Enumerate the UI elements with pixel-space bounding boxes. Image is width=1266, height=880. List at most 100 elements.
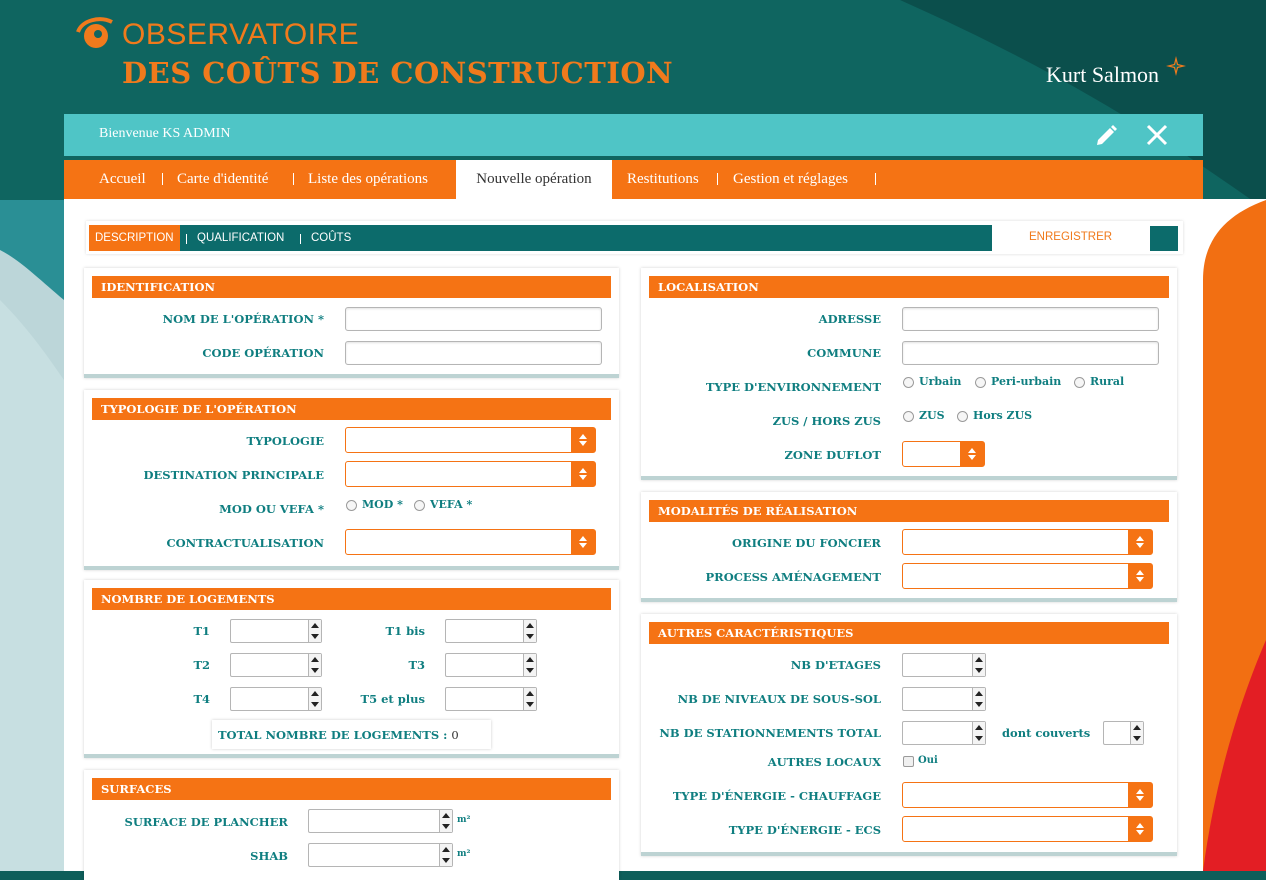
- stepper-arrows-icon: [308, 620, 321, 642]
- duflot-select[interactable]: [902, 441, 985, 467]
- t1bis-label: T1 bis: [385, 624, 425, 638]
- vefa-radio[interactable]: [414, 500, 425, 511]
- t5-label: T5 et plus: [360, 692, 425, 706]
- total-logements-box: TOTAL NOMBRE DE LOGEMENTS : 0: [212, 720, 491, 749]
- nav-separator: [293, 173, 294, 185]
- t1bis-stepper[interactable]: [445, 619, 537, 643]
- panel-title: MODALITÉS DE RÉALISATION: [649, 500, 1169, 522]
- stepper-arrows-icon: [972, 654, 985, 676]
- tab-description[interactable]: DESCRIPTION: [89, 225, 180, 251]
- oui-label: Oui: [918, 755, 938, 766]
- stepper-arrows-icon: [523, 620, 536, 642]
- peri-urbain-radio[interactable]: [975, 377, 986, 388]
- etages-label: NB D'ETAGES: [790, 658, 881, 672]
- stepper-arrows-icon: [972, 722, 985, 744]
- rural-option-label: Rural: [1090, 375, 1125, 388]
- t3-stepper[interactable]: [445, 653, 537, 677]
- t4-label: T4: [193, 692, 210, 706]
- operation-code-label: CODE OPÉRATION: [202, 346, 324, 360]
- destination-label: DESTINATION PRINCIPALE: [143, 468, 324, 482]
- stepper-arrows-icon: [308, 654, 321, 676]
- process-label: PROCESS AMÉNAGEMENT: [705, 570, 881, 584]
- panel-identification: IDENTIFICATION NOM DE L'OPÉRATION * CODE…: [84, 268, 619, 378]
- nav-item-gestion-reglages[interactable]: Gestion et réglages: [733, 160, 848, 199]
- t4-stepper[interactable]: [230, 687, 322, 711]
- total-logements: TOTAL NOMBRE DE LOGEMENTS : 0: [218, 728, 459, 742]
- autres-locaux-label: AUTRES LOCAUX: [767, 755, 881, 769]
- shab-stepper[interactable]: [308, 843, 453, 867]
- hors-zus-radio[interactable]: [957, 411, 968, 422]
- t1-label: T1: [193, 624, 210, 638]
- rural-radio[interactable]: [1074, 377, 1085, 388]
- mod-vefa-label: MOD OU VEFA *: [219, 502, 324, 516]
- chauffage-select[interactable]: [902, 782, 1153, 808]
- save-icon-button[interactable]: [1150, 226, 1178, 251]
- urbain-radio[interactable]: [903, 377, 914, 388]
- panel-typologie: TYPOLOGIE DE L'OPÉRATION TYPOLOGIE DESTI…: [84, 390, 619, 570]
- adresse-label: ADRESSE: [818, 312, 881, 326]
- t1-stepper[interactable]: [230, 619, 322, 643]
- panel-title: NOMBRE DE LOGEMENTS: [92, 588, 611, 610]
- close-icon[interactable]: [1146, 124, 1168, 146]
- typologie-label: TYPOLOGIE: [246, 434, 324, 448]
- star-icon: [1166, 56, 1186, 76]
- zus-radio[interactable]: [903, 411, 914, 422]
- nav-separator: [162, 173, 163, 185]
- foncier-select[interactable]: [902, 529, 1153, 555]
- nav-item-liste-operations[interactable]: Liste des opérations: [308, 160, 428, 199]
- duflot-label: ZONE DUFLOT: [784, 448, 881, 462]
- etages-stepper[interactable]: [902, 653, 986, 677]
- sub-nav: DESCRIPTION QUALIFICATION COÛTS ENREGIST…: [86, 221, 1183, 254]
- panel-localisation: LOCALISATION ADRESSE COMMUNE TYPE D'ENVI…: [641, 268, 1177, 480]
- contractualisation-select[interactable]: [345, 529, 596, 555]
- panel-title: TYPOLOGIE DE L'OPÉRATION: [92, 398, 611, 420]
- zus-option-label: ZUS: [919, 409, 945, 422]
- stepper-arrows-icon: [972, 688, 985, 710]
- t3-label: T3: [408, 658, 425, 672]
- surface-plancher-stepper[interactable]: [308, 809, 453, 833]
- nav-item-restitutions[interactable]: Restitutions: [627, 160, 699, 199]
- sous-sol-stepper[interactable]: [902, 687, 986, 711]
- chevron-updown-icon: [571, 530, 595, 554]
- t2-stepper[interactable]: [230, 653, 322, 677]
- destination-select[interactable]: [345, 461, 596, 487]
- process-select[interactable]: [902, 563, 1153, 589]
- commune-input[interactable]: [902, 341, 1159, 365]
- chauffage-label: TYPE D'ÉNERGIE - CHAUFFAGE: [672, 789, 881, 803]
- adresse-input[interactable]: [902, 307, 1159, 331]
- contractualisation-label: CONTRACTUALISATION: [166, 536, 324, 550]
- stepper-arrows-icon: [523, 688, 536, 710]
- total-logements-value: 0: [451, 728, 459, 742]
- main-nav: Accueil Carte d'identité Liste des opéra…: [64, 160, 1203, 199]
- shab-unit: m²: [457, 849, 471, 859]
- peri-urbain-option-label: Peri-urbain: [991, 375, 1062, 388]
- operation-code-input[interactable]: [345, 341, 602, 365]
- mod-radio[interactable]: [346, 500, 357, 511]
- operation-name-label: NOM DE L'OPÉRATION *: [162, 312, 324, 326]
- stepper-arrows-icon: [1130, 722, 1143, 744]
- nav-item-carte-identite[interactable]: Carte d'identité: [177, 160, 268, 199]
- couverts-label: dont couverts: [1002, 726, 1091, 740]
- tab-qualification[interactable]: QUALIFICATION: [197, 225, 284, 251]
- operation-name-input[interactable]: [345, 307, 602, 331]
- autres-locaux-checkbox[interactable]: [903, 756, 914, 767]
- t5-stepper[interactable]: [445, 687, 537, 711]
- stationnements-stepper[interactable]: [902, 721, 986, 745]
- tab-couts[interactable]: COÛTS: [311, 225, 351, 251]
- sous-sol-label: NB DE NIVEAUX DE SOUS-SOL: [677, 692, 881, 706]
- typologie-select[interactable]: [345, 427, 596, 453]
- pencil-icon[interactable]: [1094, 124, 1118, 148]
- ecs-select[interactable]: [902, 816, 1153, 842]
- panel-title: IDENTIFICATION: [92, 276, 611, 298]
- vefa-option-label: VEFA *: [430, 498, 473, 511]
- t2-label: T2: [193, 658, 210, 672]
- save-button[interactable]: ENREGISTRER: [1029, 231, 1112, 243]
- nav-item-accueil[interactable]: Accueil: [99, 160, 146, 199]
- urbain-option-label: Urbain: [919, 375, 962, 388]
- nav-item-nouvelle-operation[interactable]: Nouvelle opération: [456, 160, 612, 199]
- environnement-label: TYPE D'ENVIRONNEMENT: [705, 380, 881, 394]
- panel-logements: NOMBRE DE LOGEMENTS T1 T1 bis T2 T3 T4 T…: [84, 580, 619, 758]
- couverts-stepper[interactable]: [1103, 721, 1144, 745]
- foncier-label: ORIGINE DU FONCIER: [732, 536, 881, 550]
- chevron-updown-icon: [571, 428, 595, 452]
